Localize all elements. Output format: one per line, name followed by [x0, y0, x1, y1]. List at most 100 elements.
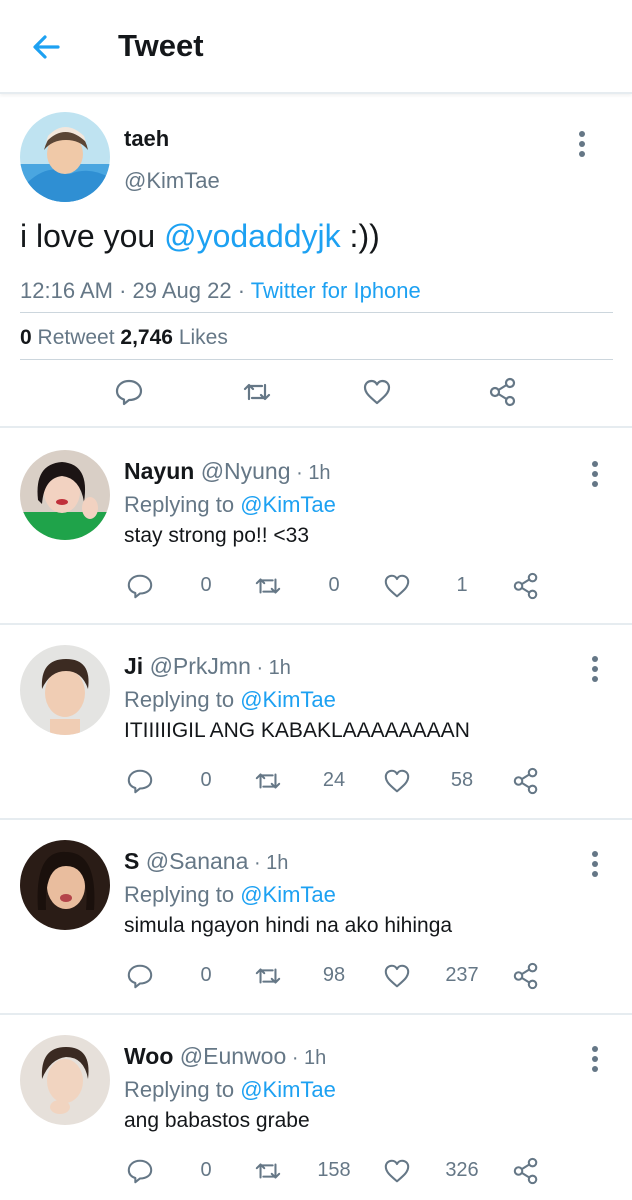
retweet-icon[interactable]	[242, 377, 272, 407]
reply-icon[interactable]	[114, 377, 144, 407]
replying-to: Replying to @KimTae	[124, 1077, 336, 1103]
tweet-meta: 12:16 AM · 29 Aug 22 · Twitter for Iphon…	[20, 278, 421, 303]
reply-header: S @Sanana · 1h	[124, 848, 289, 874]
tweet-time: 12:16 AM	[20, 278, 113, 303]
author-handle[interactable]: @KimTae	[124, 168, 220, 194]
replying-label: Replying to	[124, 492, 235, 517]
reply-icon[interactable]	[126, 1157, 154, 1185]
reply-actions: 0 0 1	[0, 570, 632, 604]
reply-icon[interactable]	[126, 572, 154, 600]
reply-count: 0	[200, 1159, 212, 1181]
replying-label: Replying to	[124, 1077, 235, 1102]
like-count: 58	[450, 769, 474, 791]
back-arrow-icon[interactable]	[28, 28, 66, 66]
like-icon[interactable]	[383, 1157, 411, 1185]
tweet-text: i love you @yodaddyjk :))	[20, 218, 380, 255]
avatar[interactable]	[20, 112, 110, 202]
like-icon[interactable]	[362, 377, 392, 407]
reply-text: ang babastos grabe	[124, 1109, 310, 1132]
reply-actions: 0 98 237	[0, 960, 632, 994]
like-icon[interactable]	[383, 767, 411, 795]
avatar[interactable]	[20, 450, 110, 540]
retweet-icon[interactable]	[254, 962, 282, 990]
top-bar: Tweet	[0, 0, 632, 94]
tweet-stats: 0 Retweet 2,746 Likes	[20, 326, 228, 350]
reply-author-handle[interactable]: @Eunwoo	[180, 1043, 286, 1069]
share-icon[interactable]	[512, 1157, 540, 1185]
retweet-count: 0	[328, 574, 340, 596]
reply-count: 0	[200, 964, 212, 986]
reply-header: Woo @Eunwoo · 1h	[124, 1043, 327, 1069]
likes-count[interactable]: 2,746	[120, 326, 173, 349]
reply-header: Nayun @Nyung · 1h	[124, 458, 331, 484]
main-tweet: taeh @KimTae i love you @yodaddyjk :)) 1…	[0, 96, 632, 428]
more-options-icon[interactable]	[585, 653, 605, 683]
avatar[interactable]	[20, 840, 110, 930]
replying-to-mention[interactable]: @KimTae	[240, 492, 336, 517]
reply-author-name[interactable]: S	[124, 848, 139, 874]
tweet-text-suffix: :))	[340, 218, 380, 254]
reply-author-name[interactable]: Nayun	[124, 458, 194, 484]
share-icon[interactable]	[512, 962, 540, 990]
like-count: 1	[456, 574, 468, 596]
retweet-count: 158	[317, 1159, 351, 1181]
reply-item[interactable]: S @Sanana · 1h Replying to @KimTae simul…	[0, 820, 632, 1015]
retweet-count[interactable]: 0	[20, 326, 32, 349]
page-title: Tweet	[118, 28, 204, 63]
reply-time: 1h	[268, 657, 291, 679]
replying-to: Replying to @KimTae	[124, 687, 336, 713]
mention-link[interactable]: @yodaddyjk	[164, 218, 341, 254]
like-icon[interactable]	[383, 962, 411, 990]
more-options-icon[interactable]	[585, 848, 605, 878]
divider	[20, 312, 613, 313]
reply-author-name[interactable]: Ji	[124, 653, 143, 679]
like-icon[interactable]	[383, 572, 411, 600]
reply-actions: 0 158 326	[0, 1155, 632, 1189]
reply-time: 1h	[304, 1047, 327, 1069]
share-icon[interactable]	[512, 572, 540, 600]
likes-label[interactable]: Likes	[179, 326, 228, 349]
share-icon[interactable]	[512, 767, 540, 795]
replying-to: Replying to @KimTae	[124, 882, 336, 908]
avatar[interactable]	[20, 645, 110, 735]
more-options-icon[interactable]	[572, 128, 592, 158]
retweet-count: 98	[322, 964, 346, 986]
replying-to: Replying to @KimTae	[124, 492, 336, 518]
retweet-count: 24	[322, 769, 346, 791]
reply-time: 1h	[308, 462, 331, 484]
replying-to-mention[interactable]: @KimTae	[240, 882, 336, 907]
tweet-text-prefix: i love you	[20, 218, 165, 254]
more-options-icon[interactable]	[585, 1043, 605, 1073]
reply-text: stay strong po!! <33	[124, 524, 310, 547]
replying-to-mention[interactable]: @KimTae	[240, 687, 336, 712]
retweet-icon[interactable]	[254, 1157, 282, 1185]
like-count: 326	[445, 1159, 479, 1181]
avatar[interactable]	[20, 1035, 110, 1125]
reply-actions: 0 24 58	[0, 765, 632, 799]
reply-item[interactable]: Nayun @Nyung · 1h Replying to @KimTae st…	[0, 430, 632, 625]
reply-author-handle[interactable]: @PrkJmn	[150, 653, 251, 679]
reply-item[interactable]: Woo @Eunwoo · 1h Replying to @KimTae ang…	[0, 1015, 632, 1200]
reply-author-handle[interactable]: @Nyung	[201, 458, 291, 484]
retweet-icon[interactable]	[254, 572, 282, 600]
retweet-label[interactable]: Retweet	[38, 326, 115, 349]
reply-text: simula ngayon hindi na ako hihinga	[124, 914, 453, 937]
reply-time: 1h	[266, 852, 289, 874]
reply-author-handle[interactable]: @Sanana	[146, 848, 249, 874]
share-icon[interactable]	[488, 377, 518, 407]
author-name[interactable]: taeh	[124, 126, 169, 152]
reply-text: ITIIIIIGIL ANG KABAKLAAAAAAAAN	[124, 719, 470, 742]
more-options-icon[interactable]	[585, 458, 605, 488]
reply-icon[interactable]	[126, 962, 154, 990]
tweet-source-link[interactable]: Twitter for Iphone	[251, 278, 421, 303]
replying-label: Replying to	[124, 882, 235, 907]
reply-author-name[interactable]: Woo	[124, 1043, 173, 1069]
reply-count: 0	[200, 769, 212, 791]
tweet-actions	[0, 372, 632, 412]
replying-to-mention[interactable]: @KimTae	[240, 1077, 336, 1102]
reply-icon[interactable]	[126, 767, 154, 795]
reply-header: Ji @PrkJmn · 1h	[124, 653, 291, 679]
like-count: 237	[445, 964, 479, 986]
reply-item[interactable]: Ji @PrkJmn · 1h Replying to @KimTae ITII…	[0, 625, 632, 820]
retweet-icon[interactable]	[254, 767, 282, 795]
